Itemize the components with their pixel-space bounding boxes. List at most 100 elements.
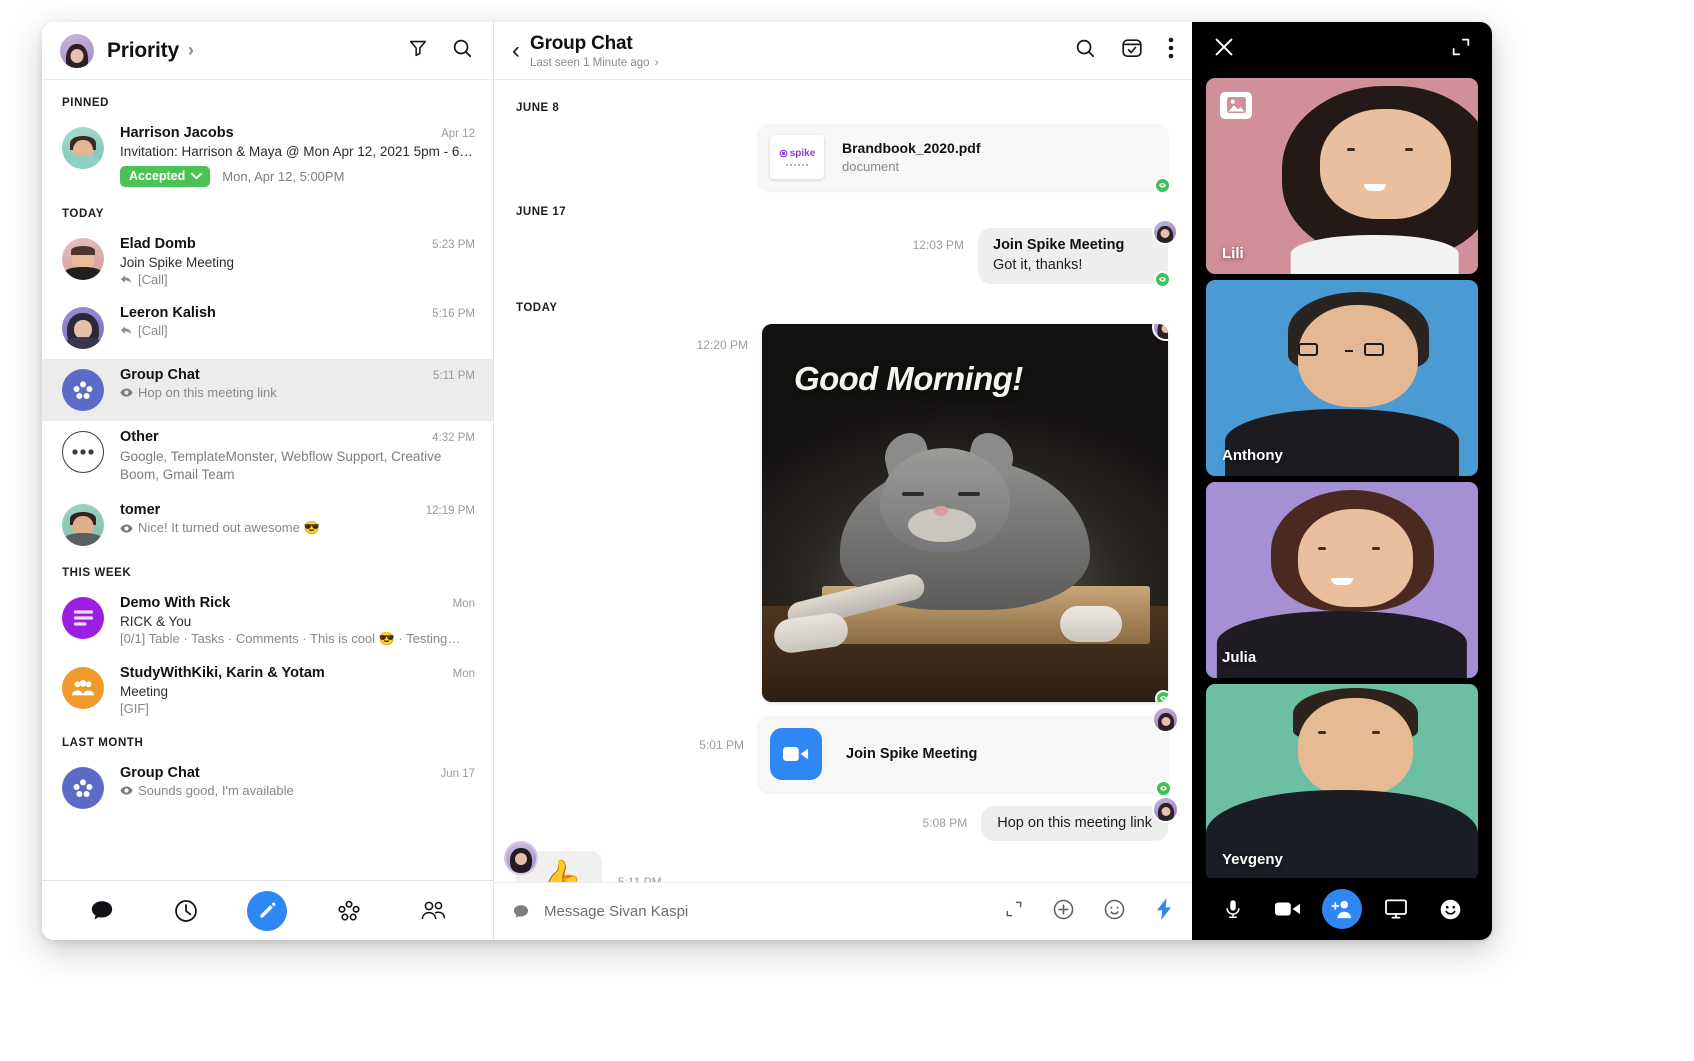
close-icon[interactable] xyxy=(1212,35,1236,64)
list-item[interactable]: StudyWithKiki, Karin & Yotam Mon Meeting… xyxy=(42,657,493,726)
list-item-name: Elad Domb xyxy=(120,236,196,252)
video-tile[interactable]: Yevgeny xyxy=(1206,683,1478,878)
cat-nose xyxy=(934,506,948,516)
nav-compose[interactable] xyxy=(247,890,288,931)
list-item-preview: Hop on this meeting link xyxy=(120,385,475,400)
message-composer[interactable]: Message Sivan Kaspi xyxy=(494,882,1192,940)
status-badge[interactable]: Accepted xyxy=(120,166,211,187)
list-item-preview: Nice! It turned out awesome 😎 xyxy=(120,520,475,536)
message-bubble[interactable]: Hop on this meeting link xyxy=(981,796,1179,841)
plus-circle-icon[interactable] xyxy=(1052,898,1075,926)
search-icon[interactable] xyxy=(451,37,473,64)
lightning-icon[interactable] xyxy=(1154,897,1174,926)
chevron-right-icon[interactable]: › xyxy=(188,40,194,61)
groups-icon xyxy=(338,900,360,921)
spike-brand-icon: spike xyxy=(779,148,815,159)
list-item-preview-text: Google, TemplateMonster, Webflow Support… xyxy=(120,449,442,483)
cat-paw-right xyxy=(1060,606,1122,642)
list-item[interactable]: Other 4:32 PM Google, TemplateMonster, W… xyxy=(42,421,493,494)
sidebar-header: Priority › xyxy=(42,22,493,80)
mic-icon[interactable] xyxy=(1213,889,1253,929)
image-caption: Good Morning! xyxy=(794,360,1023,397)
message-meeting[interactable]: 5:01 PM Join Spike Meeting xyxy=(512,706,1179,797)
message-reaction[interactable]: 👍 5:11 PM xyxy=(504,841,1168,882)
video-panel-header xyxy=(1192,22,1492,78)
emoji-icon[interactable] xyxy=(1431,889,1471,929)
message-text[interactable]: 12:03 PM Join Spike Meeting Got it, than… xyxy=(512,219,1178,288)
reaction-bubble[interactable]: 👍 xyxy=(504,841,602,882)
section-label-pinned: PINNED xyxy=(62,97,110,109)
nav-recent[interactable] xyxy=(163,888,209,934)
image-icon[interactable] xyxy=(1220,91,1252,119)
nav-contacts[interactable] xyxy=(410,888,456,934)
image-attachment[interactable]: Good Morning! xyxy=(762,324,1168,702)
list-item-preview-text: Sounds good, I'm available xyxy=(138,783,294,799)
expand-icon[interactable] xyxy=(1004,899,1024,924)
participant-name: Anthony xyxy=(1222,446,1283,464)
video-tiles: Lili Anthony Julia Yevgeny xyxy=(1192,77,1492,878)
avatar xyxy=(504,841,538,875)
group-dots-icon xyxy=(73,779,93,798)
list-item-name: Demo With Rick xyxy=(120,595,231,612)
message-thread[interactable]: JUNE 8 spike Brandbook_2020.pdf document xyxy=(494,80,1192,882)
day-separator: JUNE 17 xyxy=(516,206,567,218)
add-person-icon[interactable] xyxy=(1321,889,1362,929)
list-item[interactable]: Demo With Rick Mon RICK & You [0/1] Tabl… xyxy=(42,587,493,657)
file-card[interactable]: spike Brandbook_2020.pdf document xyxy=(758,124,1171,194)
list-item-preview-text: [Call] xyxy=(138,323,168,338)
people-icon xyxy=(71,680,95,696)
group-avatar xyxy=(62,369,104,411)
emoji-icon[interactable] xyxy=(1103,898,1126,926)
message-image[interactable]: 12:20 PM Good Morning! xyxy=(512,324,1168,702)
nav-groups[interactable] xyxy=(326,888,372,934)
notes-lines-icon xyxy=(73,610,93,627)
list-item[interactable]: Leeron Kalish 5:16 PM [Call] xyxy=(42,297,493,359)
message-text[interactable]: 5:08 PM Hop on this meeting link xyxy=(512,796,1179,841)
nav-chat[interactable] xyxy=(79,888,125,934)
list-item-subject: Join Spike Meeting xyxy=(120,255,235,270)
list-item-subject: Meeting xyxy=(120,684,169,700)
back-chevron-icon[interactable]: ‹ xyxy=(508,37,530,65)
expand-icon[interactable] xyxy=(1450,36,1472,63)
screen-share-icon[interactable] xyxy=(1376,889,1416,929)
other-avatar xyxy=(62,431,104,473)
list-item[interactable]: tomer 12:19 PM Nice! It turned out aweso… xyxy=(42,494,493,556)
avatar xyxy=(62,238,104,280)
camera-icon[interactable] xyxy=(1268,889,1308,929)
message-bubble[interactable]: Join Spike Meeting Got it, thanks! xyxy=(978,219,1178,288)
sidebar: Priority › PINNED Harrison Jacobs Apr 12… xyxy=(42,22,494,940)
message-time: 12:03 PM xyxy=(912,238,964,252)
message-file[interactable]: spike Brandbook_2020.pdf document xyxy=(512,124,1171,194)
meeting-card[interactable]: Join Spike Meeting xyxy=(758,706,1179,797)
avatar[interactable] xyxy=(60,33,94,68)
video-tile[interactable]: Anthony xyxy=(1206,279,1478,476)
group-orange-avatar xyxy=(62,667,104,710)
list-item[interactable]: Harrison Jacobs Apr 12 Invitation: Harri… xyxy=(42,117,493,197)
chat-subtitle[interactable]: Last seen 1 Minute ago › xyxy=(530,57,658,69)
message-time: 5:08 PM xyxy=(922,816,968,830)
conversation-list[interactable]: PINNED Harrison Jacobs Apr 12 Invitation… xyxy=(42,80,493,880)
tasks-icon[interactable] xyxy=(1120,36,1144,65)
chat-panel: ‹ Group Chat Last seen 1 Minute ago › JU… xyxy=(494,22,1192,940)
more-vertical-icon[interactable] xyxy=(1168,37,1174,64)
avatar xyxy=(62,307,104,349)
search-icon[interactable] xyxy=(1074,37,1096,64)
list-item-name: tomer xyxy=(120,502,161,519)
message-time: 12:20 PM xyxy=(696,338,748,352)
avatar xyxy=(62,127,104,169)
list-item-subject: RICK & You xyxy=(120,614,192,630)
list-item-preview: [Call] xyxy=(120,323,475,338)
message-time: 5:01 PM xyxy=(699,738,744,752)
list-item-preview-text: [0/1] Table · Tasks · Comments · This is… xyxy=(120,631,461,647)
filter-icon[interactable] xyxy=(407,37,429,64)
list-item[interactable]: Group Chat Jun 17 Sounds good, I'm avail… xyxy=(42,757,493,819)
pdf-lines xyxy=(786,164,808,166)
list-item-time: Mon xyxy=(452,598,475,611)
section-label-last-month: LAST MONTH xyxy=(62,737,144,750)
list-item[interactable]: Elad Domb 5:23 PM Join Spike Meeting [Ca… xyxy=(42,228,493,297)
video-tile[interactable]: Julia xyxy=(1206,481,1478,678)
message-input[interactable]: Message Sivan Kaspi xyxy=(544,903,688,920)
reaction-emoji: 👍 xyxy=(534,859,584,882)
list-item-group-chat[interactable]: Group Chat 5:11 PM Hop on this meeting l… xyxy=(42,359,493,421)
video-tile[interactable]: Lili xyxy=(1206,77,1478,274)
